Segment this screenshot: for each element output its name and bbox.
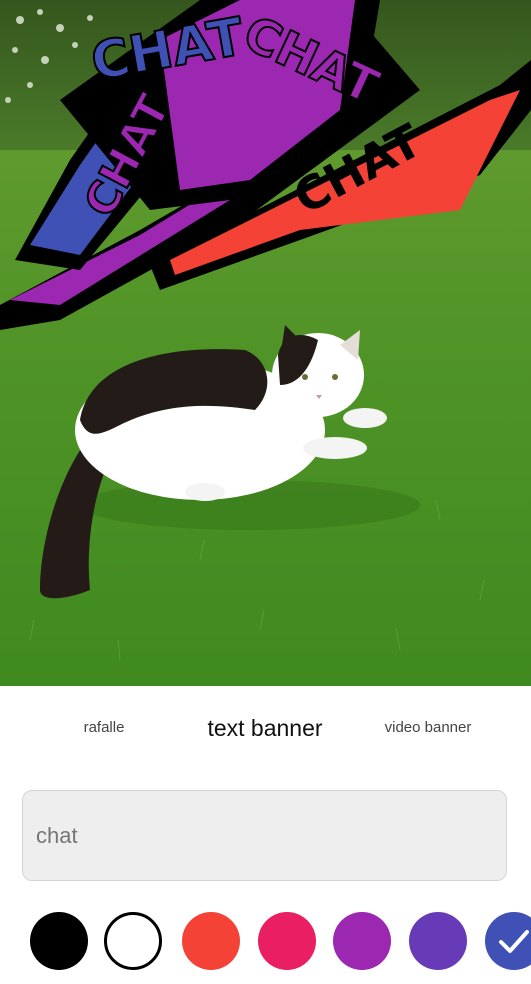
- color-swatch-deep-purple[interactable]: [409, 912, 467, 970]
- color-swatch-red[interactable]: [182, 912, 240, 970]
- editor-panel: rafalle text banner video banner: [0, 686, 531, 984]
- tab-rafalle[interactable]: rafalle: [84, 719, 125, 736]
- banner-text-input[interactable]: [22, 790, 507, 881]
- tab-text-banner[interactable]: text banner: [207, 715, 322, 742]
- preview-canvas: CHAT CHAT CHAT CHAT: [0, 0, 531, 686]
- color-swatch-pink[interactable]: [258, 912, 316, 970]
- checkmark-icon: [499, 930, 529, 953]
- tab-video-banner[interactable]: video banner: [385, 719, 472, 736]
- color-picker: [0, 912, 531, 974]
- color-swatch-white[interactable]: [104, 912, 162, 970]
- color-swatch-purple[interactable]: [333, 912, 391, 970]
- photo-preview: CHAT CHAT CHAT CHAT: [0, 0, 531, 686]
- color-swatch-black[interactable]: [30, 912, 88, 970]
- color-swatch-indigo[interactable]: [485, 912, 531, 970]
